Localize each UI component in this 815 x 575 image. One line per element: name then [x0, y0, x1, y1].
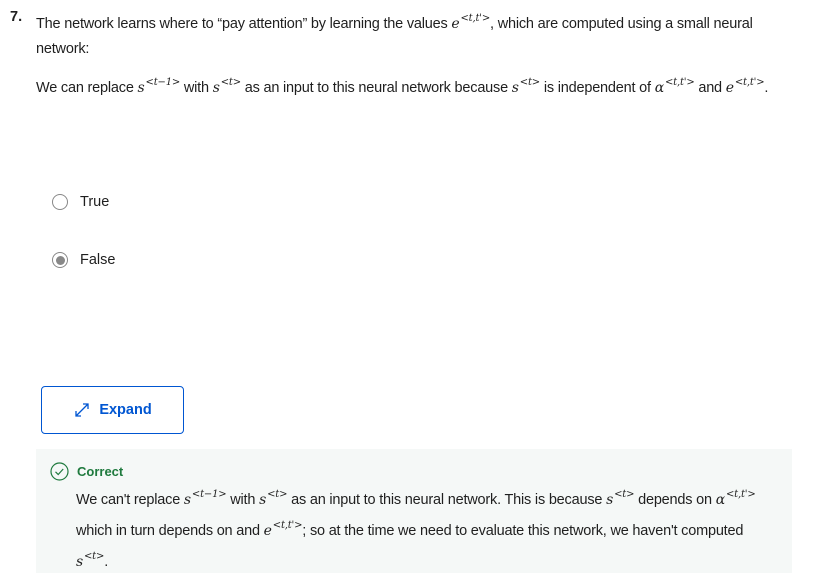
check-circle-icon	[50, 462, 69, 481]
question-number: 7.	[10, 9, 23, 25]
text-segment: as an input to this neural network becau…	[240, 80, 512, 96]
math-base: s	[76, 554, 83, 570]
math-base: e	[451, 16, 460, 32]
math-base: s	[606, 492, 614, 508]
math-variable: s<t>	[259, 489, 288, 508]
math-superscript: <t,t'>	[664, 77, 695, 88]
expand-label: Expand	[99, 402, 152, 418]
math-base: s	[137, 80, 145, 96]
text-segment: .	[764, 80, 769, 96]
math-variable: α<t,t'>	[715, 489, 756, 508]
math-base: s	[183, 492, 191, 508]
math-base: α	[654, 80, 664, 96]
math-superscript: <t>	[267, 489, 288, 500]
question-statement: We can replace s<t−1> with s<t> as an in…	[36, 70, 776, 101]
text-segment: and	[694, 80, 726, 96]
math-variable: e<t,t'>	[451, 13, 491, 32]
option-false[interactable]: False	[52, 252, 115, 268]
text-segment: We can replace	[36, 80, 138, 96]
radio-true[interactable]	[52, 194, 68, 210]
math-superscript: <t>	[220, 77, 241, 88]
math-superscript: <t>	[84, 551, 105, 562]
option-true[interactable]: True	[52, 194, 109, 210]
math-superscript: <t>	[519, 77, 540, 88]
feedback-text: We can't replace s<t−1> with s<t> as an …	[76, 482, 776, 575]
math-variable: s<t−1>	[183, 489, 227, 508]
math-superscript: <t,t'>	[460, 13, 491, 24]
text-segment: .	[104, 554, 109, 570]
feedback-status: Correct	[77, 464, 124, 479]
math-base: e	[263, 523, 272, 539]
expand-button[interactable]: Expand	[41, 386, 184, 434]
math-variable: s<t−1>	[137, 77, 181, 96]
expand-arrows-icon	[75, 403, 89, 417]
math-superscript: <t,t'>	[734, 77, 765, 88]
math-variable: s<t>	[76, 551, 105, 570]
math-variable: s<t>	[511, 77, 540, 96]
option-label: False	[80, 252, 116, 268]
math-variable: e<t,t'>	[263, 520, 303, 539]
text-segment: The network learns where to “pay attenti…	[36, 16, 452, 32]
math-superscript: <t,t'>	[272, 520, 303, 531]
text-segment: depends on	[634, 492, 716, 508]
text-segment: ; so at the time we need to evaluate thi…	[302, 523, 744, 539]
math-base: s	[511, 80, 519, 96]
text-segment: as an input to this neural network. This…	[287, 492, 607, 508]
text-segment: which in turn depends on and	[76, 523, 264, 539]
option-label: True	[80, 194, 110, 210]
math-superscript: <t−1>	[191, 489, 227, 500]
text-segment: with	[226, 492, 260, 508]
question-prompt: The network learns where to “pay attenti…	[36, 6, 776, 62]
math-base: s	[259, 492, 267, 508]
math-variable: e<t,t'>	[725, 77, 765, 96]
math-base: e	[725, 80, 734, 96]
math-variable: s<t>	[606, 489, 635, 508]
math-variable: α<t,t'>	[654, 77, 695, 96]
text-segment: is independent of	[539, 80, 655, 96]
math-superscript: <t,t'>	[725, 489, 756, 500]
math-variable: s<t>	[212, 77, 241, 96]
math-superscript: <t−1>	[145, 77, 181, 88]
math-base: α	[715, 492, 725, 508]
radio-false[interactable]	[52, 252, 68, 268]
math-superscript: <t>	[614, 489, 635, 500]
math-base: s	[212, 80, 220, 96]
feedback-panel: Correct We can't replace s<t−1> with s<t…	[36, 449, 792, 573]
text-segment: with	[180, 80, 213, 96]
text-segment: We can't replace	[76, 492, 184, 508]
